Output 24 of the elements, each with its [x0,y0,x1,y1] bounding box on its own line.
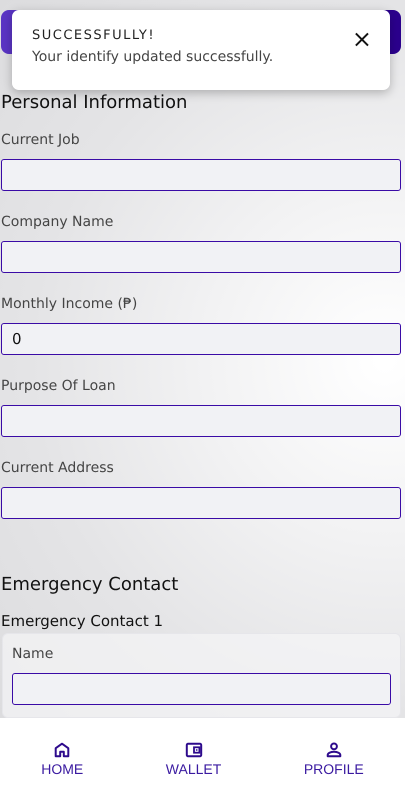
field-label: Current Address [1,459,114,478]
field-label: Monthly Income (₱) [1,295,138,314]
field-label: Current Job [1,131,80,150]
field-label: Purpose Of Loan [1,377,116,396]
close-button[interactable]: × [348,28,376,50]
field-label: Name [12,645,54,664]
input-field[interactable] [1,405,401,437]
input-field[interactable] [1,487,401,519]
input-field[interactable] [1,159,401,191]
person-icon [324,740,343,758]
section-title: Personal Information [1,91,188,115]
input-field[interactable] [12,673,391,705]
section-title: Emergency Contact [1,573,178,597]
field-label: Company Name [1,213,114,232]
input-field[interactable] [1,241,401,273]
toast-title: SUCCESSFULLY! [32,28,156,43]
home-icon [53,740,72,758]
wallet-icon [184,740,203,758]
nav-item[interactable]: PROFILE [296,736,372,780]
toast-message: Your identify updated successfully. [32,49,274,65]
contact-title: Emergency Contact 1 [1,611,164,631]
nav-item[interactable]: WALLET [158,736,230,780]
nav-item[interactable]: HOME [33,736,92,780]
input-field[interactable]: 0 [1,323,401,355]
